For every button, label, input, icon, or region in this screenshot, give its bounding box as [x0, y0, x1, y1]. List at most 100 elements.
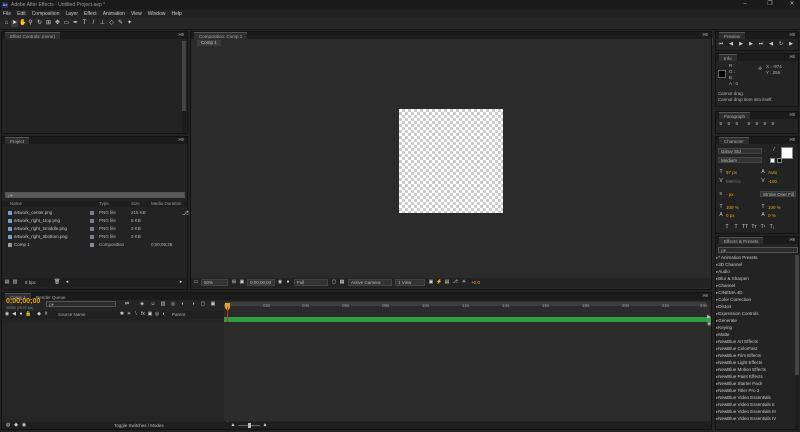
exposure-value[interactable]: +0.0: [471, 280, 480, 285]
frame-blending-icon[interactable]: ▥: [160, 302, 166, 307]
video-icon[interactable]: ◉: [4, 312, 10, 317]
next-frame-icon[interactable]: ▶: [748, 42, 754, 47]
subscript-icon[interactable]: T₁: [769, 225, 775, 230]
menu-effect[interactable]: Effect: [84, 11, 97, 17]
graph-editor-icon[interactable]: ◐: [180, 302, 186, 307]
puppet-tool-icon[interactable]: ✦: [126, 20, 133, 27]
expand-layers-icon[interactable]: ◍: [5, 423, 11, 428]
effects-category[interactable]: Channel: [716, 282, 792, 289]
zoom-in-mountain-icon[interactable]: ▲: [262, 423, 268, 428]
effects-category[interactable]: NewBlue Video Essentials IV: [716, 415, 792, 422]
switch-shy-icon[interactable]: ✱: [119, 312, 125, 317]
bpc-label[interactable]: 8 bpc: [25, 280, 36, 285]
kerning-value[interactable]: Metrics: [726, 179, 741, 184]
tab-composition[interactable]: Composition: Comp 1: [194, 32, 248, 39]
fill-color-swatch[interactable]: [781, 147, 793, 159]
menu-animation[interactable]: Animation: [103, 11, 125, 17]
effects-category[interactable]: NewBlue Paint Effects: [716, 373, 792, 380]
snapshot-icon[interactable]: ◉: [277, 280, 283, 285]
effects-category[interactable]: 3D Channel: [716, 261, 792, 268]
effects-category[interactable]: Blur & Sharpen: [716, 275, 792, 282]
project-item[interactable]: artwork_right_2middle.png: [8, 225, 67, 232]
keyframe-icon[interactable]: ▢: [200, 302, 206, 307]
align-center-icon[interactable]: ≡: [726, 122, 732, 127]
switch-quality-icon[interactable]: \: [133, 312, 139, 317]
effects-category[interactable]: Expression Controls: [716, 310, 792, 317]
all-caps-icon[interactable]: TT: [742, 225, 748, 230]
close-button[interactable]: ✕: [785, 1, 799, 8]
col-size[interactable]: Size: [131, 201, 140, 207]
menu-edit[interactable]: Edit: [17, 11, 26, 17]
font-size-value[interactable]: 97 px: [726, 170, 737, 175]
delete-icon[interactable]: 🗑: [54, 280, 60, 285]
roto-brush-icon[interactable]: ✎: [117, 20, 124, 27]
expand-stretch-icon[interactable]: ◉: [21, 423, 27, 428]
rectangle-tool-icon[interactable]: ▭: [63, 20, 70, 27]
shy-icon[interactable]: ☺: [150, 302, 156, 307]
toggle-pixel-icon[interactable]: ▣: [428, 280, 434, 285]
hash-icon[interactable]: #: [43, 312, 49, 317]
tab-paragraph[interactable]: Paragraph: [719, 112, 751, 119]
panel-menu-icon[interactable]: »≡: [789, 112, 795, 119]
label-color[interactable]: [90, 227, 94, 231]
camera-select[interactable]: Active Camera: [348, 279, 392, 286]
effects-category[interactable]: Distort: [716, 303, 792, 310]
label-color[interactable]: [90, 243, 94, 247]
transparency-grid-icon[interactable]: ▦: [339, 280, 345, 285]
effects-category[interactable]: NewBlue Titler Pro 3: [716, 387, 792, 394]
previous-frame-icon[interactable]: ◀: [728, 42, 734, 47]
eyedropper-icon[interactable]: /: [771, 148, 777, 153]
comp-mini-flowchart-icon[interactable]: ⇄: [124, 302, 130, 307]
label-icon[interactable]: ◆: [36, 312, 42, 317]
faux-bold-icon[interactable]: T: [724, 225, 730, 230]
black-swatch[interactable]: [777, 158, 782, 163]
rotate-tool-icon[interactable]: ↻: [36, 20, 43, 27]
views-select[interactable]: 1 View: [395, 279, 425, 286]
resolution-select[interactable]: Full: [294, 279, 328, 286]
baseline-shift-value[interactable]: 0 px: [726, 213, 735, 218]
effects-category[interactable]: NewBlue Video Essentials: [716, 394, 792, 401]
pen-tool-icon[interactable]: ✒: [72, 20, 79, 27]
col-media-duration[interactable]: Media Duration: [151, 201, 182, 207]
panel-menu-icon[interactable]: »≡: [789, 237, 795, 244]
panel-menu-icon[interactable]: »≡: [789, 54, 795, 61]
align-right-icon[interactable]: ≡: [734, 122, 740, 127]
menu-window[interactable]: Window: [148, 11, 166, 17]
zoom-out-mountain-icon[interactable]: ▲: [230, 423, 236, 428]
camera-tool-icon[interactable]: ⊞: [45, 20, 52, 27]
label-color[interactable]: [90, 211, 94, 215]
panel-menu-icon[interactable]: »≡: [178, 137, 184, 144]
tab-project[interactable]: Project: [5, 137, 30, 144]
draft-3d-icon[interactable]: ◈: [139, 302, 145, 307]
effects-category[interactable]: Color Correction: [716, 296, 792, 303]
tab-render-queue[interactable]: Render Queue: [36, 295, 66, 300]
effects-category[interactable]: NewBlue Art Effects: [716, 338, 792, 345]
tab-effects-presets[interactable]: Effects & Presets: [719, 237, 764, 244]
project-item[interactable]: Comp 1: [8, 241, 30, 248]
tracking-value[interactable]: -100: [768, 179, 777, 184]
tsume-value[interactable]: 0 %: [768, 213, 776, 218]
menu-file[interactable]: File: [3, 11, 11, 17]
channel-icon[interactable]: ●: [285, 280, 291, 285]
panel-menu-icon[interactable]: »≡: [789, 137, 795, 144]
switch-collapse-icon[interactable]: ✳: [126, 312, 132, 317]
effects-search-input[interactable]: ρ▾: [718, 247, 798, 253]
stroke-width-value[interactable]: - px: [726, 192, 734, 197]
effects-category[interactable]: CINEMA 4D: [716, 289, 792, 296]
lock-icon[interactable]: 🔒: [25, 312, 31, 317]
effects-category[interactable]: NewBlue ColorFast: [716, 345, 792, 352]
panel-menu-icon[interactable]: »≡: [702, 293, 708, 300]
maximize-button[interactable]: ❐: [763, 1, 777, 8]
type-tool-icon[interactable]: T: [81, 20, 88, 27]
col-type[interactable]: Type: [99, 201, 109, 207]
layer-list[interactable]: [2, 322, 224, 421]
selection-tool-icon[interactable]: ➤: [11, 20, 18, 27]
safe-zones-icon[interactable]: ⊞: [231, 280, 237, 285]
stroke-mode-select[interactable]: Stroke Over Fill: [760, 191, 796, 197]
minimize-button[interactable]: –: [738, 1, 752, 8]
flowchart-icon[interactable]: ⎇: [452, 280, 458, 285]
pan-behind-icon[interactable]: ✥: [54, 20, 61, 27]
ram-preview-icon[interactable]: ▶: [788, 42, 794, 47]
effects-category[interactable]: * Animation Presets: [716, 254, 792, 261]
timeline-tracks[interactable]: [224, 322, 711, 421]
